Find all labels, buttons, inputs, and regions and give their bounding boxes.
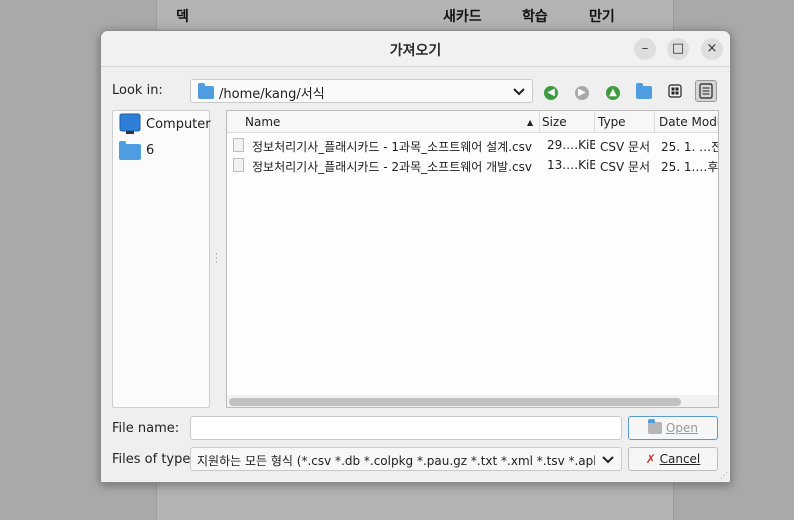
file-name-input[interactable] [190,416,622,440]
column-type[interactable]: Type [598,115,626,129]
back-button[interactable]: ◀ [540,80,562,102]
forward-button[interactable]: ▶ [571,80,593,102]
open-folder-icon [648,419,663,434]
file-name-label: File name: [112,421,180,436]
close-button[interactable]: × [701,38,723,60]
file-list: Name ▲ Size Type Date Modif 정보처리기사_플래시카드… [226,110,719,408]
look-in-path: /home/kang/서식 [219,87,325,102]
chevron-down-icon [601,450,615,472]
import-file-dialog: 가져오기 – □ × Look in: /home/kang/서식 ◀ ▶ ▲ [100,30,731,483]
icon-view-button[interactable] [664,80,686,102]
chevron-down-icon [512,82,526,104]
forward-icon: ▶ [575,86,589,100]
minimize-button[interactable]: – [634,38,656,60]
sidebar-item-6[interactable]: 6 [117,139,209,161]
document-icon [233,138,244,152]
file-type: CSV 문서 [600,140,651,154]
places-sidebar: Computer 6 [112,110,211,408]
maximize-button[interactable]: □ [667,38,689,60]
column-size[interactable]: Size [542,115,567,129]
file-name: 정보처리기사_플래시카드 - 2과목_소프트웨어 개발.csv [252,160,532,174]
cancel-button[interactable]: ✗ Cancel [628,447,718,471]
files-of-type-combo[interactable]: 지원하는 모든 형식 (*.csv *.db *.colpkg *.pau.gz… [190,447,622,471]
list-view-icon [699,83,713,99]
detail-view-button[interactable] [695,80,717,102]
open-button[interactable]: Open [628,416,718,440]
sort-ascending-icon: ▲ [527,118,534,127]
new-folder-button[interactable] [633,80,655,102]
grid-view-icon [668,84,682,98]
title-bar[interactable]: 가져오기 – □ × [101,31,730,67]
header-due: 만기 [589,9,615,25]
file-row[interactable]: 정보처리기사_플래시카드 - 1과목_소프트웨어 설계.csv 29.…KiB … [227,135,718,155]
document-icon [233,158,244,172]
file-date: 25. 1.…후 [661,160,719,174]
file-row[interactable]: 정보처리기사_플래시카드 - 2과목_소프트웨어 개발.csv 13.…KiB … [227,155,718,175]
look-in-combo[interactable]: /home/kang/서식 [190,79,533,103]
look-in-label: Look in: [112,83,163,98]
folder-icon [198,83,214,99]
computer-icon [119,113,141,134]
header-deck: 덱 [176,9,189,25]
folder-icon [119,141,141,160]
cancel-x-icon: ✗ [645,452,656,466]
arrow-up-icon: ▲ [606,86,620,100]
cancel-button-label: Cancel [659,452,701,466]
back-icon: ◀ [544,86,558,100]
sidebar-item-computer[interactable]: Computer [117,113,211,135]
horizontal-scrollbar[interactable] [227,395,718,407]
scrollbar-thumb[interactable] [229,398,681,406]
new-folder-icon [636,83,652,99]
sidebar-item-label: 6 [146,143,155,158]
open-button-label: Open [665,421,698,435]
file-date: 25. 1. …전 [661,140,719,154]
file-size: 13.…KiB [547,158,595,172]
header-learn: 학습 [522,9,548,25]
column-date[interactable]: Date Modif [659,115,718,129]
file-name: 정보처리기사_플래시카드 - 1과목_소프트웨어 설계.csv [252,140,532,154]
deck-table-header: 덱 새카드 학습 만기 [176,6,636,26]
sidebar-item-label: Computer [146,117,211,132]
file-type: CSV 문서 [600,160,651,174]
column-name[interactable]: Name [245,115,280,129]
header-new: 새카드 [443,9,482,25]
splitter-handle[interactable]: · · · [215,251,219,268]
files-of-type-value: 지원하는 모든 형식 (*.csv *.db *.colpkg *.pau.gz… [197,454,595,468]
resize-grip-icon[interactable]: ⋰ [720,471,728,480]
files-of-type-label: Files of type: [112,452,195,467]
file-size: 29.…KiB [547,138,595,152]
file-list-header: Name ▲ Size Type Date Modif [227,111,718,133]
parent-directory-button[interactable]: ▲ [602,80,624,102]
